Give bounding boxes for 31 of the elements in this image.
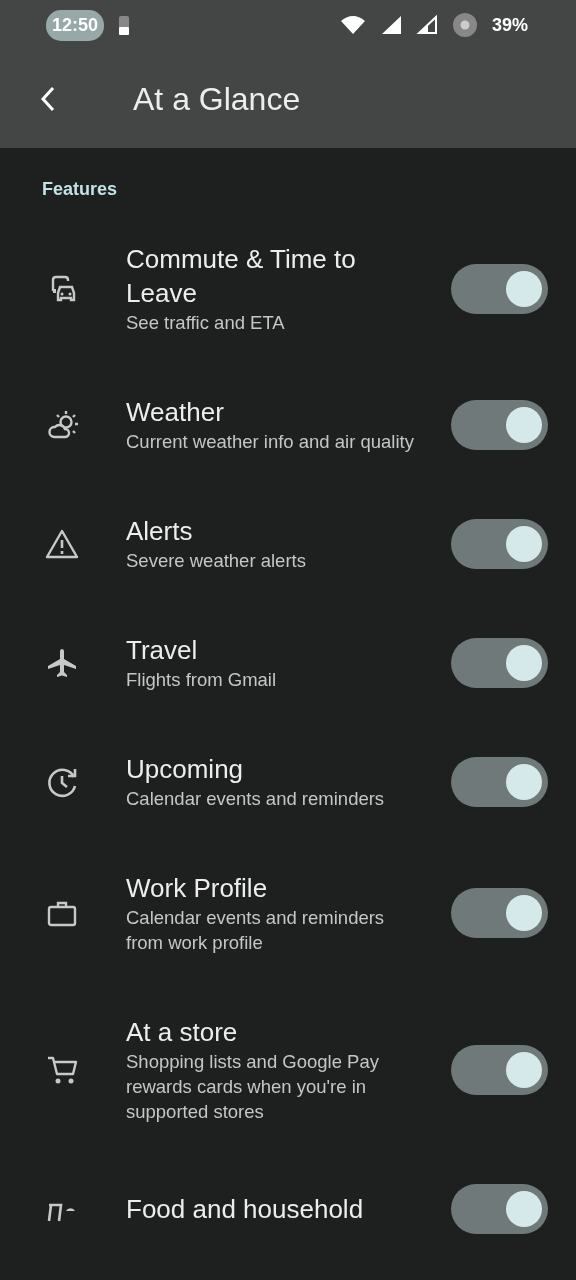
screen-title: At a Glance bbox=[133, 80, 301, 118]
toggle-switch[interactable] bbox=[451, 399, 548, 450]
toggle-switch[interactable] bbox=[451, 756, 548, 807]
signal-icon bbox=[415, 15, 438, 35]
wifi-icon bbox=[339, 15, 366, 35]
feature-title: Weather bbox=[126, 396, 225, 429]
toggle-switch[interactable] bbox=[451, 637, 548, 688]
record-icon bbox=[451, 12, 478, 38]
toggle-switch[interactable] bbox=[451, 888, 548, 938]
feature-title: At a store bbox=[126, 1016, 239, 1049]
toggle-switch[interactable] bbox=[451, 263, 548, 314]
feature-title: Commute & Time to Leave bbox=[126, 243, 357, 310]
toggle-switch[interactable] bbox=[451, 1184, 548, 1234]
feature-title: Work Profile bbox=[126, 872, 269, 905]
section-header: Features bbox=[41, 178, 119, 201]
feature-title: Food and household bbox=[126, 1193, 365, 1226]
feature-description: Severe weather alerts bbox=[126, 549, 307, 573]
toggle-switch[interactable] bbox=[451, 1044, 548, 1095]
feature-description: See traffic and ETA bbox=[126, 311, 286, 335]
feature-description: Shopping lists and Google Pay rewards cards when you're in supported stores bbox=[126, 1050, 380, 1124]
status-time: 12:50 bbox=[46, 9, 105, 41]
feature-title: Upcoming bbox=[126, 753, 245, 786]
feature-description: Current weather info and air quality bbox=[126, 430, 415, 454]
battery-percent: 39% bbox=[491, 14, 528, 36]
feature-description: Calendar events and reminders from work profile bbox=[126, 906, 386, 955]
feature-title: Travel bbox=[126, 634, 199, 667]
feature-description: Flights from Gmail bbox=[126, 668, 278, 692]
battery-icon bbox=[118, 14, 131, 36]
feature-title: Alerts bbox=[126, 515, 194, 548]
toggle-switch[interactable] bbox=[451, 518, 548, 569]
feature-description: Calendar events and reminders bbox=[126, 787, 386, 811]
